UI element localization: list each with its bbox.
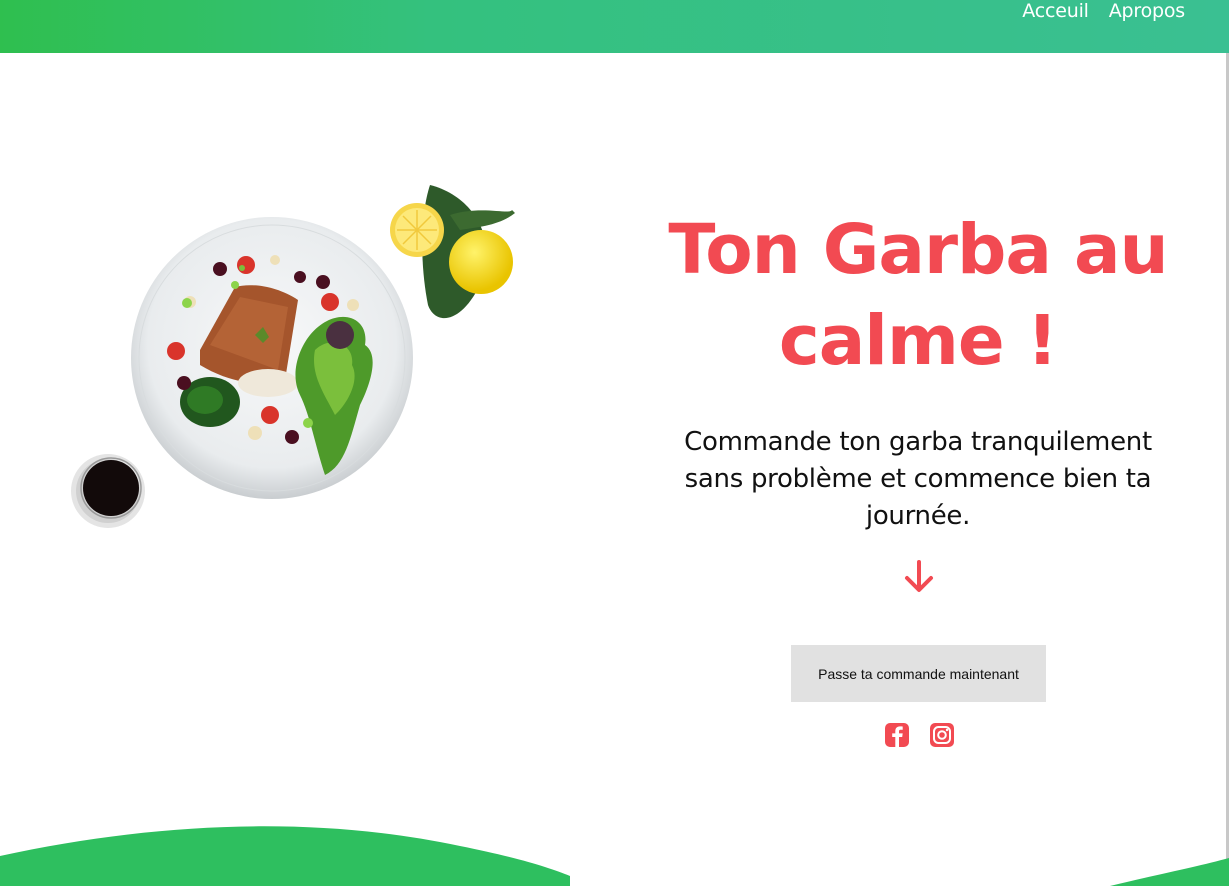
top-navbar: Acceuil Apropos — [0, 0, 1229, 53]
page: Acceuil Apropos Ton Garba au calme ! Com… — [0, 0, 1229, 886]
hero-section: Ton Garba au calme ! Commande ton garba … — [640, 205, 1196, 535]
plate-image — [71, 185, 515, 528]
order-now-button[interactable]: Passe ta commande maintenant — [791, 645, 1046, 702]
arrow-down-icon — [905, 560, 933, 592]
hero-subtitle: Commande ton garba tranquilement sans pr… — [684, 427, 1152, 531]
food-illustration — [60, 175, 530, 545]
instagram-icon[interactable] — [929, 722, 955, 748]
facebook-icon[interactable] — [884, 722, 910, 748]
hero-title: Ton Garba au calme ! — [668, 210, 1168, 381]
bottom-wave — [0, 826, 1229, 886]
main-nav: Acceuil Apropos — [1022, 0, 1185, 22]
nav-link-apropos[interactable]: Apropos — [1109, 0, 1185, 22]
nav-link-acceuil[interactable]: Acceuil — [1022, 0, 1089, 22]
